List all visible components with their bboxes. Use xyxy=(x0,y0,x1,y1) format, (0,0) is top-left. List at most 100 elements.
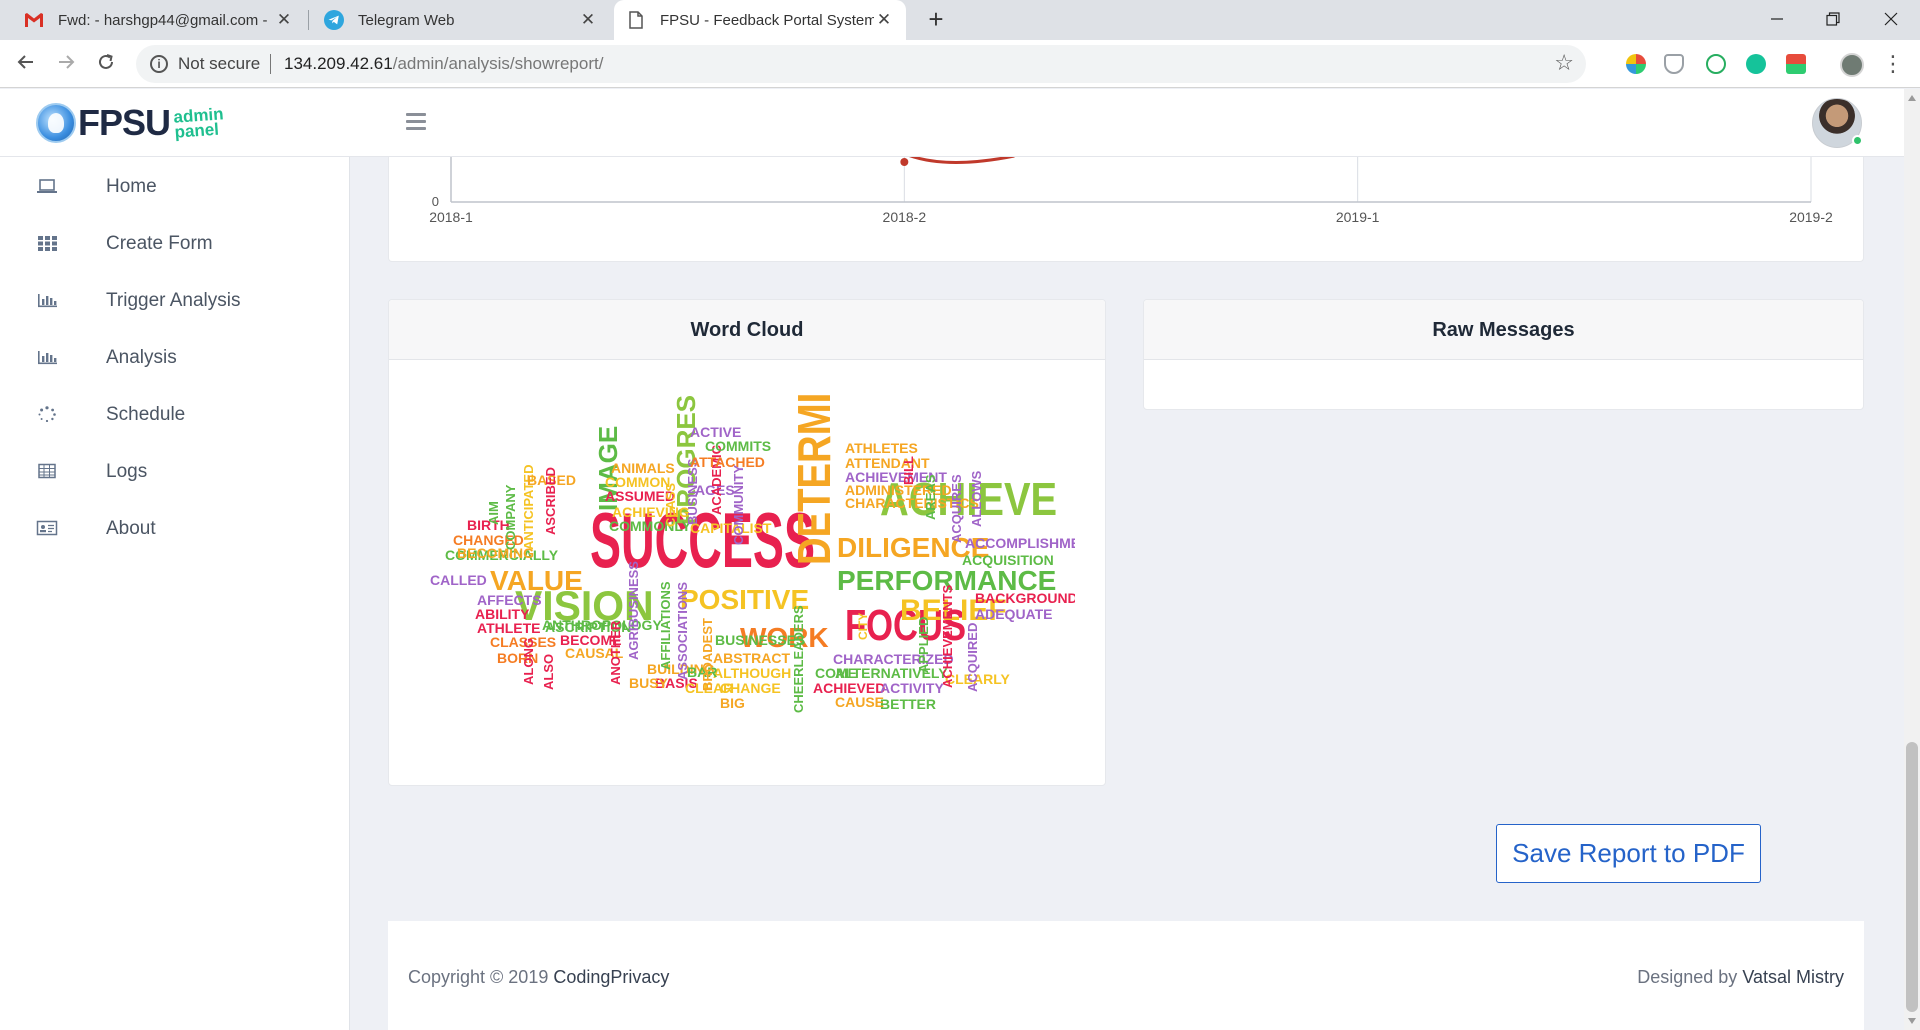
word-cloud-word: CLASS xyxy=(663,483,678,527)
sidebar-item-label: About xyxy=(106,518,156,539)
word-cloud-word: ACQUISITION xyxy=(962,552,1054,568)
close-icon[interactable]: ✕ xyxy=(274,10,294,30)
sidebar-item-label: Trigger Analysis xyxy=(106,290,241,311)
logo-text: FPSU xyxy=(78,102,171,143)
word-cloud-word: COME xyxy=(815,665,857,681)
word-cloud-word: ALONG xyxy=(521,638,536,685)
word-cloud-word: COMMUNITY xyxy=(731,465,746,545)
word-cloud-card: Word Cloud SUCCESS DETERMINED ACHIEVE FOCUS… xyxy=(388,299,1106,786)
reload-icon[interactable] xyxy=(90,48,122,80)
browser-menu-icon[interactable]: ⋮ xyxy=(1882,50,1904,78)
tab-separator xyxy=(308,10,309,30)
word-cloud-word: ATTENDANT xyxy=(845,455,930,471)
document-icon xyxy=(626,10,646,30)
word-cloud-word: ABSTRACT xyxy=(713,650,790,666)
tab-title: Telegram Web xyxy=(358,11,455,29)
sidebar-item-label: Home xyxy=(106,176,157,197)
window-close-icon[interactable] xyxy=(1866,0,1916,40)
word-cloud-word: ACQUIRED xyxy=(965,623,980,692)
x-tick-label: 2019-2 xyxy=(1789,209,1833,225)
word-cloud-word: BUSINESSES xyxy=(715,632,805,648)
word-cloud-title: Word Cloud xyxy=(389,300,1105,360)
word-cloud-word: ATHLETE xyxy=(477,620,541,636)
tab-title: Fwd: - harshgp44@gmail.com - G xyxy=(58,11,272,29)
forward-icon[interactable] xyxy=(50,48,82,80)
designer-link[interactable]: Vatsal Mistry xyxy=(1742,967,1844,987)
id-card-icon xyxy=(36,520,58,536)
telegram-icon xyxy=(324,10,344,30)
minimize-icon[interactable] xyxy=(1752,0,1802,40)
browser-tab-gmail[interactable]: Fwd: - harshgp44@gmail.com - G ✕ xyxy=(0,0,306,40)
word-cloud-word: POSITIVE xyxy=(680,584,809,615)
info-icon[interactable]: i xyxy=(150,55,168,73)
shield-icon[interactable] xyxy=(1664,54,1684,74)
word-cloud-word: AIM xyxy=(486,501,501,525)
restore-icon[interactable] xyxy=(1808,0,1858,40)
url-path: /admin/analysis/showreport/ xyxy=(392,54,604,73)
word-cloud-word: COMMITS xyxy=(705,438,771,454)
spinner-icon xyxy=(38,406,56,422)
word-cloud-word: ACTIVITY xyxy=(880,680,944,696)
x-tick-label: 2019-1 xyxy=(1336,209,1380,225)
word-cloud-word: AFFILIATIONS xyxy=(658,581,673,670)
sidebar-item-analysis[interactable]: Analysis xyxy=(0,337,350,377)
check-circle-icon[interactable] xyxy=(1706,54,1726,74)
word-cloud-word: ALTHOUGH xyxy=(713,665,791,681)
sidebar-item-about[interactable]: About xyxy=(0,508,350,548)
bar-chart-icon xyxy=(38,294,57,308)
data-point[interactable] xyxy=(900,158,909,166)
bar-chart-icon xyxy=(38,351,57,365)
close-icon[interactable]: ✕ xyxy=(578,10,598,30)
word-cloud-word: BUSY xyxy=(629,675,669,691)
tab-title: FPSU - Feedback Portal System fo xyxy=(660,11,874,29)
sidebar-item-home[interactable]: Home xyxy=(0,166,350,206)
bookmark-star-icon[interactable]: ☆ xyxy=(1554,50,1574,76)
fpsu-logo[interactable]: FPSU admin panel xyxy=(36,103,224,143)
codingprivacy-link[interactable]: CodingPrivacy xyxy=(553,967,669,987)
grammarly-icon[interactable] xyxy=(1746,54,1766,74)
browser-tab-telegram[interactable]: Telegram Web ✕ xyxy=(310,0,610,40)
extension-chart-icon[interactable] xyxy=(1786,54,1806,74)
sidebar: Home Create Form Trigger Analysis Analys… xyxy=(0,157,350,1030)
sidebar-item-trigger-analysis[interactable]: Trigger Analysis xyxy=(0,280,350,320)
browser-tab-fpsu[interactable]: FPSU - Feedback Portal System fo ✕ xyxy=(614,0,906,40)
url-host: 134.209.42.61 xyxy=(284,54,393,73)
raw-messages-title: Raw Messages xyxy=(1144,300,1863,360)
x-tick-label: 2018-2 xyxy=(883,209,927,225)
scroll-down-arrow[interactable] xyxy=(1908,1018,1916,1024)
word-cloud-word: ATTACHED xyxy=(690,454,765,470)
save-report-pdf-button[interactable]: Save Report to PDF xyxy=(1496,824,1761,883)
word-cloud-word: BIG xyxy=(720,695,745,711)
trend-line-chart: 2018-1 2018-2 2019-1 2019-2 0 xyxy=(429,157,1833,225)
word-cloud-word: ACHIEVEMENTS xyxy=(940,584,955,688)
sidebar-item-logs[interactable]: Logs xyxy=(0,451,350,491)
word-cloud-word: BACKGROUND xyxy=(975,590,1075,606)
raw-messages-card: Raw Messages xyxy=(1143,299,1864,410)
sidebar-item-create-form[interactable]: Create Form xyxy=(0,223,350,263)
word-cloud-word: BETTER xyxy=(880,696,936,712)
scrollbar-thumb[interactable] xyxy=(1906,742,1918,1012)
word-cloud-word: BROADEST xyxy=(700,618,715,691)
trend-chart-card: 2018-1 2018-2 2019-1 2019-2 0 xyxy=(388,157,1864,262)
word-cloud-word: APPLIED xyxy=(916,617,931,673)
copyright-prefix: Copyright © 2019 xyxy=(408,967,554,987)
browser-profile-avatar[interactable] xyxy=(1840,53,1864,77)
word-cloud-word: ALLOWS xyxy=(969,470,984,527)
copyright-text: Copyright © 2019 CodingPrivacy xyxy=(408,967,669,988)
close-icon[interactable]: ✕ xyxy=(874,10,894,30)
laptop-icon xyxy=(37,179,57,193)
word-cloud-word: COMMONLY xyxy=(609,518,692,534)
logo-subtitle: admin panel xyxy=(173,104,225,141)
scroll-up-arrow[interactable] xyxy=(1908,95,1916,101)
address-bar[interactable]: i Not secure 134.209.42.61/admin/analysi… xyxy=(136,45,1586,83)
designed-by-text: Designed by Vatsal Mistry xyxy=(1637,967,1844,988)
word-cloud-word: ATHLETES xyxy=(845,440,918,456)
extension-color-icon[interactable] xyxy=(1626,54,1646,74)
page-scrollbar[interactable] xyxy=(1904,89,1920,1030)
hamburger-menu-icon[interactable] xyxy=(406,113,426,131)
sidebar-item-schedule[interactable]: Schedule xyxy=(0,394,350,434)
word-cloud-word: ACCOMPLISHMENT xyxy=(965,535,1075,551)
new-tab-button[interactable]: + xyxy=(920,4,952,36)
word-cloud-word: CALLED xyxy=(430,572,487,588)
back-icon[interactable] xyxy=(10,48,42,80)
